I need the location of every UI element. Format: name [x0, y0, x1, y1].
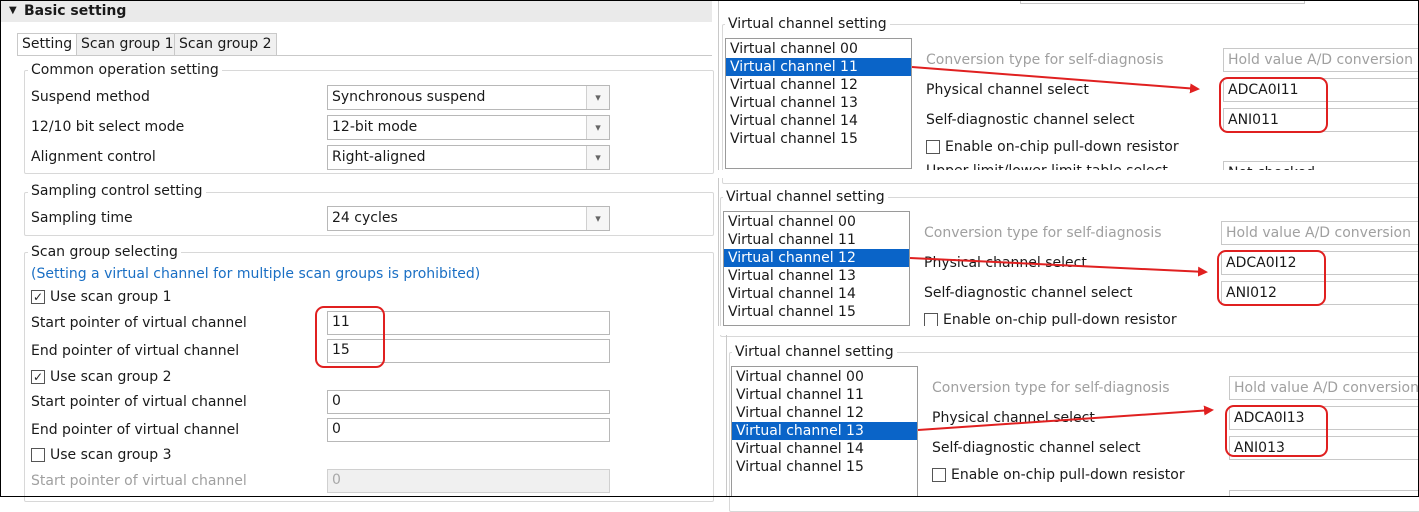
- sg2-start-pointer-label: Start pointer of virtual channel: [31, 394, 247, 410]
- list-item[interactable]: Virtual channel 00: [724, 213, 909, 231]
- list-item[interactable]: Virtual channel 14: [724, 285, 909, 303]
- list-item[interactable]: Virtual channel 13: [726, 94, 911, 112]
- scan-group-3-checkbox[interactable]: [31, 448, 45, 462]
- sg3-start-pointer-label: Start pointer of virtual channel: [31, 473, 247, 489]
- vpanel-1-pulldown-label: Enable on-chip pull-down resistor: [945, 139, 1179, 155]
- list-item-selected[interactable]: Virtual channel 11: [726, 58, 911, 76]
- vpanel-1-channel-list[interactable]: Virtual channel 00 Virtual channel 11 Vi…: [725, 38, 912, 169]
- vpanel-3-diagnostic-label: Self-diagnostic channel select: [932, 440, 1141, 456]
- vpanel-3-highlight: [1225, 405, 1328, 457]
- vpanel-1-physical-label: Physical channel select: [926, 82, 1089, 98]
- scan-group-note: (Setting a virtual channel for multiple …: [31, 266, 481, 282]
- alignment-control-select[interactable]: Right-aligned ▾: [327, 145, 610, 170]
- vpanel-1-conversion-field[interactable]: Hold value A/D conversion: [1223, 48, 1419, 72]
- tab-scan-group-1[interactable]: Scan group 1: [76, 33, 179, 55]
- vpanel-1-top-field: [1020, 0, 1305, 4]
- vpanel-2-physical-label: Physical channel select: [924, 255, 1087, 271]
- list-item[interactable]: Virtual channel 15: [726, 130, 911, 148]
- scan-group-2-checkbox[interactable]: ✓: [31, 370, 45, 384]
- sg1-start-pointer-label: Start pointer of virtual channel: [31, 315, 247, 331]
- scan-group-2-label: Use scan group 2: [50, 369, 172, 385]
- sg2-start-pointer-input[interactable]: 0: [327, 390, 610, 414]
- caret-down-icon[interactable]: ▼: [9, 4, 17, 18]
- vpanel-2-left-edge: [718, 178, 719, 326]
- vpanel-2-highlight: [1217, 250, 1326, 306]
- checkmark-icon: ✓: [32, 370, 44, 384]
- list-item[interactable]: Virtual channel 15: [724, 303, 909, 321]
- checkmark-icon: ✓: [32, 290, 44, 304]
- vpanel-2-band-cover: [718, 326, 1419, 335]
- common-operation-title: Common operation setting: [28, 61, 222, 79]
- tab-setting[interactable]: Setting: [17, 33, 78, 55]
- vpanel-3-channel-list[interactable]: Virtual channel 00 Virtual channel 11 Vi…: [731, 366, 918, 497]
- chevron-down-icon[interactable]: ▾: [586, 207, 609, 230]
- vpanel-2-channel-list[interactable]: Virtual channel 00 Virtual channel 11 Vi…: [723, 211, 910, 326]
- vpanel-1-conversion-label: Conversion type for self-diagnosis: [926, 52, 1164, 68]
- sg2-end-pointer-input[interactable]: 0: [327, 418, 610, 442]
- vpanel-1-highlight: [1219, 77, 1328, 133]
- suspend-method-select[interactable]: Synchronous suspend ▾: [327, 85, 610, 110]
- sampling-control-title: Sampling control setting: [28, 182, 206, 200]
- vpanel-3-pulldown-label: Enable on-chip pull-down resistor: [951, 467, 1185, 483]
- list-item[interactable]: Virtual channel 12: [726, 76, 911, 94]
- vpanel-1-title: Virtual channel setting: [725, 15, 890, 33]
- vpanel-2-conversion-field[interactable]: Hold value A/D conversion: [1221, 221, 1419, 245]
- list-item[interactable]: Virtual channel 00: [732, 368, 917, 386]
- vpanel-3-left-edge: [726, 335, 727, 497]
- chevron-down-icon[interactable]: ▾: [586, 86, 609, 109]
- vpanel-3-bottom-field: [1229, 490, 1419, 497]
- list-item[interactable]: Virtual channel 15: [732, 458, 917, 476]
- vpanel-1-left-edge: [718, 0, 719, 170]
- vpanel-3-conversion-field[interactable]: Hold value A/D conversion: [1229, 376, 1419, 400]
- bit-select-mode-label: 12/10 bit select mode: [31, 119, 185, 135]
- tab-strip-line: [17, 55, 712, 56]
- sampling-time-select[interactable]: 24 cycles ▾: [327, 206, 610, 231]
- chevron-down-icon[interactable]: ▾: [586, 116, 609, 139]
- chevron-down-icon[interactable]: ▾: [586, 146, 609, 169]
- vpanel-2-conversion-label: Conversion type for self-diagnosis: [924, 225, 1162, 241]
- list-item[interactable]: Virtual channel 13: [724, 267, 909, 285]
- list-item[interactable]: Virtual channel 11: [732, 386, 917, 404]
- vpanel-1-band-cover: [718, 170, 1419, 178]
- vpanel-1-diagnostic-label: Self-diagnostic channel select: [926, 112, 1135, 128]
- list-item-selected[interactable]: Virtual channel 13: [732, 422, 917, 440]
- vpanel-1-cut-row: Upper limit/lower limit table select Not…: [920, 161, 1419, 170]
- scan-group-3-label: Use scan group 3: [50, 447, 172, 463]
- scan-group-1-label: Use scan group 1: [50, 289, 172, 305]
- list-item[interactable]: Virtual channel 12: [732, 404, 917, 422]
- vpanel-3-conversion-label: Conversion type for self-diagnosis: [932, 380, 1170, 396]
- list-item[interactable]: Virtual channel 14: [726, 112, 911, 130]
- vpanel-1-cut-label: Upper limit/lower limit table select: [926, 161, 1168, 170]
- list-item[interactable]: Virtual channel 14: [732, 440, 917, 458]
- pointer-highlight: [315, 306, 385, 368]
- vpanel-3-pulldown-checkbox[interactable]: [932, 468, 946, 482]
- vpanel-2-pulldown-checkbox[interactable]: [924, 313, 938, 327]
- basic-setting-title: Basic setting: [24, 3, 127, 19]
- bit-select-mode-select[interactable]: 12-bit mode ▾: [327, 115, 610, 140]
- sg3-start-pointer-input[interactable]: 0: [327, 469, 610, 493]
- list-item[interactable]: Virtual channel 11: [724, 231, 909, 249]
- sampling-time-label: Sampling time: [31, 210, 133, 226]
- sg1-end-pointer-label: End pointer of virtual channel: [31, 343, 240, 359]
- vpanel-3-title: Virtual channel setting: [732, 343, 897, 361]
- tab-scan-group-2[interactable]: Scan group 2: [174, 33, 277, 55]
- list-item[interactable]: Virtual channel 00: [726, 40, 911, 58]
- vpanel-1-cut-field: Not checked: [1223, 161, 1419, 170]
- vpanel-2-title: Virtual channel setting: [723, 188, 888, 206]
- vpanel-2-diagnostic-label: Self-diagnostic channel select: [924, 285, 1133, 301]
- vpanel-1-pulldown-checkbox[interactable]: [926, 140, 940, 154]
- suspend-method-label: Suspend method: [31, 89, 150, 105]
- scan-group-selecting-title: Scan group selecting: [28, 243, 181, 261]
- scan-group-1-checkbox[interactable]: ✓: [31, 290, 45, 304]
- sg2-end-pointer-label: End pointer of virtual channel: [31, 422, 240, 438]
- list-item-selected[interactable]: Virtual channel 12: [724, 249, 909, 267]
- vpanel-3-physical-label: Physical channel select: [932, 410, 1095, 426]
- alignment-control-label: Alignment control: [31, 149, 156, 165]
